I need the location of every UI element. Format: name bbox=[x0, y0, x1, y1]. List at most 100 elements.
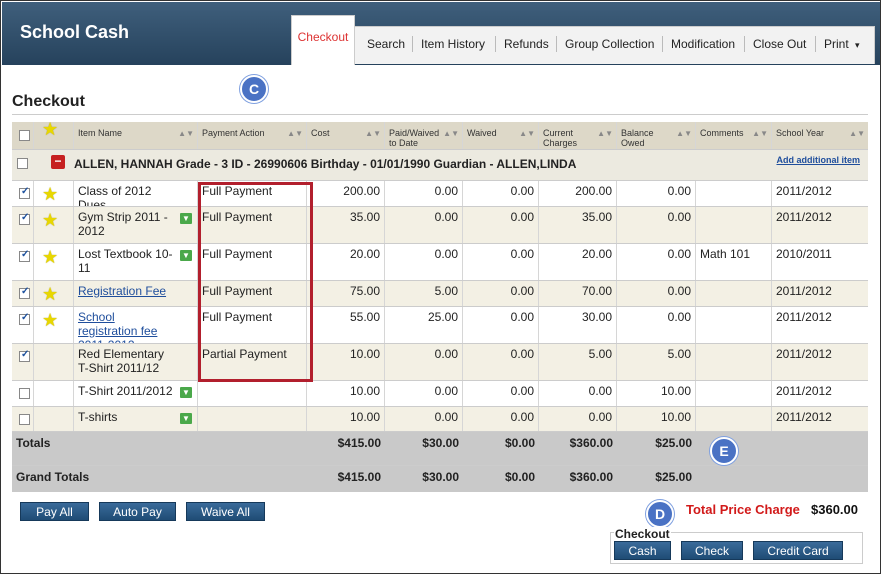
tab-modification[interactable]: Modification bbox=[671, 37, 735, 51]
star-icon[interactable]: ★ bbox=[42, 284, 58, 305]
item-name-cell[interactable]: Registration Fee bbox=[74, 281, 198, 306]
column-header-balance-owed[interactable]: Balance Owed ▲▼ bbox=[617, 122, 696, 149]
star-icon[interactable]: ★ bbox=[42, 247, 58, 268]
checkout-panel-label: Checkout bbox=[614, 527, 671, 541]
row-select-cell[interactable] bbox=[12, 307, 34, 343]
table-row: T-Shirt 2011/2012 ▼ 10.00 0.00 0.00 0.00 10.00… bbox=[12, 381, 868, 407]
app-title: School Cash bbox=[20, 22, 130, 42]
comments-cell bbox=[696, 407, 772, 431]
sort-icon: ▲▼ bbox=[287, 129, 303, 138]
row-checkbox[interactable] bbox=[19, 312, 30, 325]
item-name-link[interactable]: School registration fee 2011-2012 bbox=[78, 310, 157, 343]
cell-balance: 10.00 bbox=[617, 381, 696, 406]
row-favorite-cell[interactable]: ★ bbox=[34, 307, 74, 343]
divider bbox=[12, 114, 868, 115]
cell-cost: 20.00 bbox=[307, 244, 385, 280]
row-select-cell[interactable] bbox=[12, 181, 34, 206]
comments-cell bbox=[696, 181, 772, 206]
row-select-cell[interactable] bbox=[12, 207, 34, 243]
totals-balance: $25.00 bbox=[655, 436, 692, 450]
column-header-payment-action[interactable]: Payment Action ▲▼ bbox=[198, 122, 307, 149]
row-select-cell[interactable] bbox=[12, 344, 34, 380]
table-row: ★Class of 2012 DuesFull Payment200.000.0… bbox=[12, 181, 868, 207]
item-name-cell[interactable]: School registration fee 2011-2012 bbox=[74, 307, 198, 343]
row-select-cell[interactable] bbox=[12, 244, 34, 280]
school-year-cell: 2011/2012 bbox=[776, 210, 832, 224]
cell-cost: 10.00 bbox=[307, 344, 385, 380]
select-all-checkbox[interactable] bbox=[19, 130, 30, 141]
annotation-marker-c: C bbox=[240, 75, 268, 103]
row-checkbox[interactable] bbox=[19, 249, 30, 262]
tab-refunds[interactable]: Refunds bbox=[504, 37, 549, 51]
item-name: T-Shirt 2011/2012 bbox=[78, 384, 173, 398]
pay-all-button[interactable]: Pay All bbox=[20, 502, 89, 521]
totals-label: Totals bbox=[16, 436, 51, 450]
row-checkbox[interactable] bbox=[19, 186, 30, 199]
row-select-cell[interactable] bbox=[12, 407, 34, 431]
student-info: ALLEN, HANNAH Grade - 3 ID - 26990606 Bi… bbox=[74, 157, 577, 171]
column-header-label: Cost bbox=[311, 128, 330, 138]
row-checkbox[interactable] bbox=[19, 388, 30, 399]
row-checkbox[interactable] bbox=[19, 349, 30, 362]
student-checkbox[interactable] bbox=[17, 158, 28, 169]
tab-close-out[interactable]: Close Out bbox=[753, 37, 806, 51]
row-checkbox[interactable] bbox=[19, 286, 30, 299]
cell-paid: 0.00 bbox=[385, 344, 463, 380]
star-icon[interactable]: ★ bbox=[42, 210, 58, 231]
column-header-waived[interactable]: Waived ▲▼ bbox=[463, 122, 539, 149]
row-select-cell[interactable] bbox=[12, 281, 34, 306]
auto-pay-button[interactable]: Auto Pay bbox=[99, 502, 176, 521]
cell-paid: 0.00 bbox=[385, 407, 463, 431]
cell-paid: 0.00 bbox=[385, 181, 463, 206]
credit-card-button[interactable]: Credit Card bbox=[753, 541, 843, 560]
comments-cell bbox=[696, 344, 772, 380]
row-favorite-cell bbox=[34, 381, 74, 406]
cell-current: 30.00 bbox=[539, 307, 617, 343]
header-select-all[interactable] bbox=[12, 122, 34, 149]
row-checkbox[interactable] bbox=[19, 414, 30, 425]
cell-current: 0.00 bbox=[539, 381, 617, 406]
cash-button[interactable]: Cash bbox=[614, 541, 671, 560]
row-favorite-cell[interactable]: ★ bbox=[34, 281, 74, 306]
download-icon[interactable]: ▼ bbox=[180, 413, 192, 424]
cell-current: 20.00 bbox=[539, 244, 617, 280]
row-favorite-cell[interactable]: ★ bbox=[34, 244, 74, 280]
comments-cell bbox=[696, 281, 772, 306]
row-favorite-cell[interactable]: ★ bbox=[34, 181, 74, 206]
tab-checkout[interactable]: Checkout bbox=[291, 15, 355, 65]
tab-item-history[interactable]: Item History bbox=[421, 37, 485, 51]
column-header-paid-waived[interactable]: Paid/Waived to Date ▲▼ bbox=[385, 122, 463, 149]
star-icon[interactable]: ★ bbox=[42, 310, 58, 331]
cell-balance: 0.00 bbox=[617, 281, 696, 306]
cell-cost: 200.00 bbox=[307, 181, 385, 206]
download-icon[interactable]: ▼ bbox=[180, 387, 192, 398]
column-header-item-name[interactable]: Item Name ▲▼ bbox=[74, 122, 198, 149]
tab-print[interactable]: Print ▾ bbox=[824, 37, 860, 51]
page-title: Checkout bbox=[12, 93, 85, 110]
sort-icon: ▲▼ bbox=[752, 129, 768, 138]
payment-action-cell[interactable] bbox=[198, 407, 307, 431]
item-name-link[interactable]: Registration Fee bbox=[78, 284, 166, 298]
download-icon[interactable]: ▼ bbox=[180, 250, 192, 261]
totals-waived: $0.00 bbox=[504, 436, 535, 450]
waive-all-button[interactable]: Waive All bbox=[186, 502, 265, 521]
payment-action-cell[interactable] bbox=[198, 381, 307, 406]
column-header-school-year[interactable]: School Year ▲▼ bbox=[772, 122, 868, 149]
cell-current: 70.00 bbox=[539, 281, 617, 306]
star-icon[interactable]: ★ bbox=[42, 184, 58, 205]
column-header-cost[interactable]: Cost ▲▼ bbox=[307, 122, 385, 149]
tab-search[interactable]: Search bbox=[367, 37, 405, 51]
column-header-current-charges[interactable]: Current Charges ▲▼ bbox=[539, 122, 617, 149]
minus-icon[interactable]: − bbox=[51, 155, 65, 169]
add-additional-item-link[interactable]: Add additional item bbox=[776, 155, 860, 165]
row-favorite-cell bbox=[34, 407, 74, 431]
tab-group-collection[interactable]: Group Collection bbox=[565, 37, 654, 51]
column-header-comments[interactable]: Comments ▲▼ bbox=[696, 122, 772, 149]
row-select-cell[interactable] bbox=[12, 381, 34, 406]
row-checkbox[interactable] bbox=[19, 212, 30, 225]
row-favorite-cell[interactable]: ★ bbox=[34, 207, 74, 243]
header-favorite[interactable]: ★ bbox=[34, 122, 74, 149]
download-icon[interactable]: ▼ bbox=[180, 213, 192, 224]
cell-waived: 0.00 bbox=[463, 307, 539, 343]
check-button[interactable]: Check bbox=[681, 541, 743, 560]
